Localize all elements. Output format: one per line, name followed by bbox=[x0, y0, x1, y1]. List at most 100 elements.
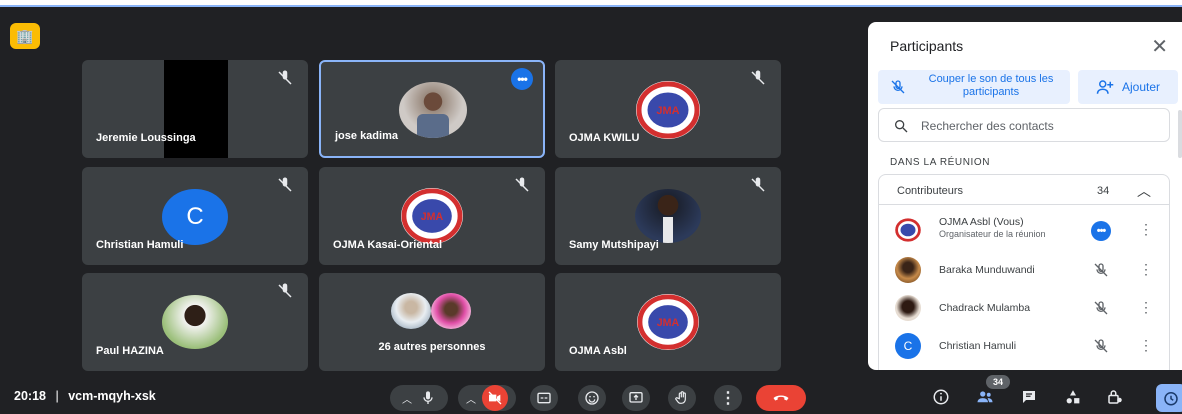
mic-off-icon bbox=[515, 177, 529, 192]
mic-off-icon bbox=[278, 283, 292, 298]
clock-time: 20:18 bbox=[14, 389, 46, 403]
leave-call-button[interactable] bbox=[756, 385, 806, 411]
close-icon[interactable]: ✕ bbox=[1151, 34, 1168, 59]
participant-name: Jeremie Loussinga bbox=[96, 132, 196, 144]
mute-all-button[interactable]: Couper le son de tous les participants bbox=[878, 70, 1070, 104]
participant-name: Christian Hamuli bbox=[96, 239, 184, 251]
hang-up-icon bbox=[773, 395, 789, 401]
mic-button[interactable]: ︿ bbox=[390, 385, 448, 411]
participant-photo bbox=[399, 82, 467, 138]
avatar bbox=[895, 257, 921, 283]
search-icon bbox=[895, 120, 908, 133]
host-controls-badge[interactable]: 🏢 bbox=[10, 23, 40, 49]
more-vert-icon[interactable]: ⋮ bbox=[1139, 337, 1153, 354]
participant-name: OJMA Asbl bbox=[569, 345, 627, 357]
ojma-logo bbox=[895, 218, 921, 242]
present-screen-icon bbox=[629, 392, 643, 403]
video-tile-samy[interactable]: Samy Mutshipayi bbox=[555, 167, 781, 265]
video-tile-jose[interactable]: ••• jose kadima bbox=[319, 60, 545, 158]
host-controls-button[interactable] bbox=[1104, 386, 1126, 408]
mic-off-icon bbox=[278, 177, 292, 192]
contributors-header[interactable]: Contributeurs 34 ︿ bbox=[879, 175, 1169, 205]
more-options-icon[interactable]: ••• bbox=[1091, 221, 1111, 241]
participant-name: jose kadima bbox=[335, 130, 398, 142]
add-person-icon bbox=[1096, 80, 1114, 94]
emoji-icon bbox=[585, 391, 599, 405]
others-count-label: 26 autres personnes bbox=[378, 341, 486, 353]
svg-text:JMA: JMA bbox=[657, 317, 680, 329]
ojma-logo: JMA bbox=[636, 81, 700, 139]
video-tile-ojma-kwilu[interactable]: JMA OJMA KWILU bbox=[555, 60, 781, 158]
participant-photo bbox=[162, 295, 228, 349]
panel-title: Participants bbox=[890, 38, 964, 54]
meeting-details-button[interactable] bbox=[930, 386, 952, 408]
more-vert-icon[interactable]: ⋮ bbox=[1139, 221, 1153, 238]
scrollbar[interactable] bbox=[1178, 110, 1182, 158]
mic-off-icon bbox=[751, 70, 765, 85]
emoji-button[interactable] bbox=[578, 385, 606, 411]
video-tile-others[interactable]: 26 autres personnes bbox=[319, 273, 545, 371]
chevron-up-icon[interactable]: ︿ bbox=[402, 391, 412, 406]
mic-off-icon bbox=[1094, 339, 1108, 353]
add-label: Ajouter bbox=[1121, 80, 1161, 94]
timer-button[interactable] bbox=[1156, 384, 1182, 412]
camera-button[interactable]: ︿ bbox=[458, 385, 516, 411]
list-item[interactable]: C Christian Hamuli ⋮ bbox=[879, 327, 1169, 365]
mic-off-icon bbox=[278, 70, 292, 85]
more-options-button[interactable]: ⋮ bbox=[714, 385, 742, 411]
camera-off-icon bbox=[482, 385, 508, 411]
mic-off-icon bbox=[1094, 301, 1108, 315]
avatar: C bbox=[895, 333, 921, 359]
more-options-icon[interactable]: ••• bbox=[511, 68, 533, 90]
video-tile-paul[interactable]: Paul HAZINA bbox=[82, 273, 308, 371]
video-tile-jeremie[interactable]: Jeremie Loussinga bbox=[82, 60, 308, 158]
group-count: 34 bbox=[1097, 185, 1110, 197]
info-icon bbox=[933, 389, 949, 405]
list-item[interactable]: Chadrack Mulamba ⋮ bbox=[879, 289, 1169, 327]
participant-photo bbox=[431, 293, 471, 329]
more-vert-icon: ⋮ bbox=[720, 390, 736, 407]
captions-icon bbox=[537, 392, 551, 404]
avatar bbox=[895, 295, 921, 321]
present-button[interactable] bbox=[622, 385, 650, 411]
chat-button[interactable] bbox=[1018, 386, 1040, 408]
add-people-button[interactable]: Ajouter bbox=[1078, 70, 1178, 104]
contributors-group: Contributeurs 34 ︿ OJMA Asbl (Vous) Organ… bbox=[878, 174, 1170, 370]
mic-off-icon bbox=[1094, 263, 1108, 277]
video-tile-ojma-kasai[interactable]: JMA OJMA Kasai-Oriental bbox=[319, 167, 545, 265]
participant-name: Baraka Munduwandi bbox=[939, 264, 1035, 276]
raise-hand-button[interactable] bbox=[668, 385, 696, 411]
shapes-icon bbox=[1066, 390, 1080, 404]
mute-all-label: Couper le son de tous les participants bbox=[928, 73, 1054, 98]
search-placeholder: Rechercher des contacts bbox=[921, 119, 1054, 133]
more-vert-icon[interactable]: ⋮ bbox=[1139, 261, 1153, 278]
captions-button[interactable] bbox=[530, 385, 558, 411]
participants-panel: Participants ✕ Couper le son de tous les… bbox=[868, 22, 1182, 370]
svg-text:JMA: JMA bbox=[421, 211, 444, 223]
chevron-up-icon[interactable]: ︿ bbox=[1137, 181, 1151, 201]
people-icon bbox=[977, 391, 993, 403]
participant-name: Paul HAZINA bbox=[96, 345, 164, 357]
list-item[interactable]: OJMA Asbl (Vous) Organisateur de la réuni… bbox=[879, 211, 1169, 249]
section-heading: DANS LA RÉUNION bbox=[890, 157, 991, 168]
chat-icon bbox=[1023, 391, 1035, 403]
mic-off-icon bbox=[751, 177, 765, 192]
building-icon: 🏢 bbox=[16, 27, 34, 44]
search-contacts-input[interactable]: Rechercher des contacts bbox=[878, 108, 1170, 142]
mic-off-icon bbox=[891, 80, 905, 94]
activities-button[interactable] bbox=[1062, 386, 1084, 408]
video-tile-christian[interactable]: C Christian Hamuli bbox=[82, 167, 308, 265]
video-tile-ojma-asbl[interactable]: JMA OJMA Asbl bbox=[555, 273, 781, 371]
people-button[interactable] bbox=[974, 386, 996, 408]
meeting-code: vcm-mqyh-xsk bbox=[68, 389, 156, 403]
clock-icon bbox=[1164, 392, 1178, 406]
chevron-up-icon[interactable]: ︿ bbox=[466, 391, 476, 406]
participant-photo bbox=[635, 189, 701, 243]
list-item[interactable]: Baraka Munduwandi ⋮ bbox=[879, 251, 1169, 289]
participant-photo bbox=[391, 293, 431, 329]
more-vert-icon[interactable]: ⋮ bbox=[1139, 299, 1153, 316]
mic-icon bbox=[423, 391, 433, 404]
meeting-info: 20:18 | vcm-mqyh-xsk bbox=[14, 389, 156, 403]
participant-name: Samy Mutshipayi bbox=[569, 239, 659, 251]
hand-icon bbox=[675, 391, 686, 404]
